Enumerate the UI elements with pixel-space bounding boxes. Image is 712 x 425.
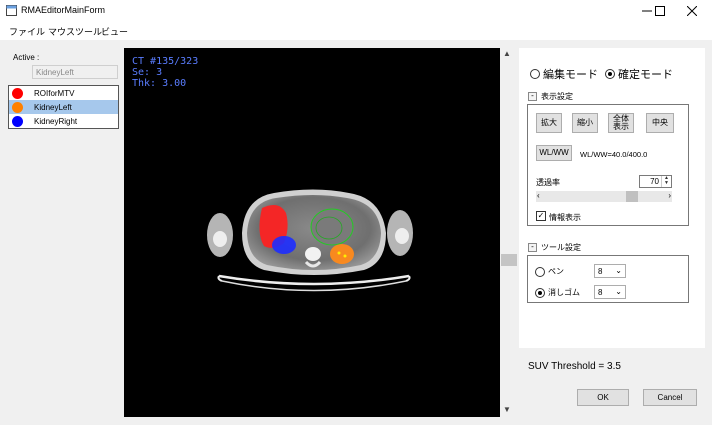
overlay-thickness: Thk: 3.00	[132, 78, 187, 89]
roi-color-dot	[12, 101, 23, 113]
spinner-arrows-icon[interactable]: ▲ ▼	[661, 176, 671, 187]
zoom-in-button[interactable]: 拡大	[536, 113, 562, 133]
collapse-display-icon[interactable]: -	[528, 92, 537, 101]
roi-color-dot	[12, 87, 23, 99]
chevron-down-icon: ⌄	[615, 287, 622, 296]
radio-edit	[530, 69, 540, 79]
roi-name: KidneyLeft	[34, 102, 72, 112]
tool-settings-title: ツール設定	[541, 243, 581, 252]
opacity-slider-thumb[interactable]	[626, 191, 638, 202]
menu-mouse-tool[interactable]: マウスツール	[48, 25, 102, 38]
radio-eraser	[535, 287, 545, 298]
display-settings-header: - 表示設定	[528, 91, 573, 102]
overlay-slice-info: CT #135/323	[132, 56, 199, 67]
roi-name: ROIforMTV	[34, 88, 75, 98]
opacity-value: 70	[650, 177, 659, 186]
pen-radio[interactable]: ペン	[535, 266, 564, 277]
pen-size-value: 8	[598, 267, 603, 276]
slice-scroll-thumb[interactable]	[501, 254, 517, 266]
opacity-slider[interactable]: ‹ ›	[536, 191, 672, 202]
confirm-mode-label: 確定モード	[618, 69, 673, 81]
eraser-size-value: 8	[598, 288, 603, 297]
active-roi-field: KidneyLeft	[32, 65, 118, 79]
radio-pen	[535, 266, 545, 277]
eraser-radio[interactable]: 消しゴム	[535, 287, 580, 298]
roi-panel: Active : KidneyLeft ROIforMTV KidneyLeft…	[0, 40, 124, 425]
fit-all-button[interactable]: 全体 表示	[608, 113, 634, 133]
ct-slice-image	[207, 189, 413, 292]
zoom-out-button[interactable]: 縮小	[572, 113, 598, 133]
edit-mode-radio[interactable]: 編集モード	[530, 66, 598, 82]
settings-panel: 編集モード 確定モード - 表示設定 拡大 縮小 全体 表示 中央 WL/WW …	[519, 48, 705, 348]
display-settings-box: 拡大 縮小 全体 表示 中央 WL/WW WL/WW=40.0/400.0 透過…	[527, 104, 689, 226]
eraser-size-select[interactable]: 8 ⌄	[594, 285, 626, 299]
opacity-spinner[interactable]: 70 ▲ ▼	[639, 175, 672, 188]
wl-ww-button[interactable]: WL/WW	[536, 145, 572, 161]
suv-threshold-label: SUV Threshold = 3.5	[528, 361, 621, 372]
opacity-label: 透過率	[536, 178, 560, 187]
display-settings-title: 表示設定	[541, 92, 573, 101]
slice-scrollbar[interactable]	[500, 48, 518, 417]
center-button[interactable]: 中央	[646, 113, 674, 133]
roi-name: KidneyRight	[34, 116, 78, 126]
tool-settings-box: ペン 8 ⌄ 消しゴム 8 ⌄	[527, 255, 689, 303]
pen-label: ペン	[548, 267, 564, 276]
edit-mode-label: 編集モード	[543, 69, 598, 81]
maximize-button[interactable]	[644, 0, 676, 22]
pen-size-select[interactable]: 8 ⌄	[594, 264, 626, 278]
roi-color-dot	[12, 115, 23, 127]
chevron-down-icon: ⌄	[615, 266, 622, 275]
menu-view[interactable]: ビュー	[101, 25, 128, 38]
roi-item-kidneyleft[interactable]: KidneyLeft	[9, 100, 118, 114]
ok-button[interactable]: OK	[577, 389, 629, 406]
active-label: Active :	[13, 53, 40, 62]
eraser-label: 消しゴム	[548, 288, 580, 297]
radio-confirm	[605, 69, 615, 79]
scroll-up-icon[interactable]: ▲	[503, 49, 511, 58]
wl-ww-value: WL/WW=40.0/400.0	[580, 150, 648, 159]
window-title: RMAEditorMainForm	[21, 5, 106, 15]
slider-left-icon[interactable]: ‹	[537, 191, 540, 200]
app-icon	[6, 5, 17, 16]
menu-file[interactable]: ファイル	[9, 25, 45, 38]
slider-right-icon[interactable]: ›	[668, 191, 671, 200]
ct-image-viewer[interactable]: CT #135/323 Se: 3 Thk: 3.00	[124, 48, 500, 417]
overlay-series: Se: 3	[132, 67, 163, 78]
fit-all-line2: 表示	[613, 122, 629, 131]
menu-bar: ファイル マウスツール ビュー	[0, 22, 712, 40]
confirm-mode-radio[interactable]: 確定モード	[605, 66, 673, 82]
collapse-tool-icon[interactable]: -	[528, 243, 537, 252]
title-bar: RMAEditorMainForm	[0, 0, 712, 22]
info-display-label: 情報表示	[549, 213, 581, 222]
scroll-down-icon[interactable]: ▼	[503, 405, 511, 414]
info-display-checkbox[interactable]: ✓	[536, 211, 546, 221]
tool-settings-header: - ツール設定	[528, 242, 581, 253]
roi-list: ROIforMTV KidneyLeft KidneyRight	[8, 85, 119, 129]
maximize-icon	[655, 6, 665, 16]
roi-item-kidneyright[interactable]: KidneyRight	[9, 114, 118, 128]
roi-item-roiformtv[interactable]: ROIforMTV	[9, 86, 118, 100]
cancel-button[interactable]: Cancel	[643, 389, 697, 406]
close-button[interactable]	[676, 0, 708, 22]
close-icon	[687, 6, 697, 16]
